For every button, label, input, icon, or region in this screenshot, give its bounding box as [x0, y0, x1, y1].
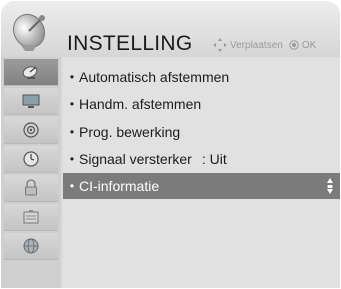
menu-item-label: Automatisch afstemmen	[79, 69, 230, 85]
menu-item-ci-information[interactable]: • CI-informatie	[63, 173, 340, 199]
category-sidebar	[1, 57, 61, 288]
menu-header: INSTELLING Verplaatsen OK	[1, 1, 340, 57]
bullet-icon: •	[69, 70, 75, 84]
menu-item-program-edit[interactable]: • Prog. bewerking	[63, 119, 340, 145]
bullet-icon: •	[69, 125, 75, 139]
bullet-icon: •	[69, 97, 75, 111]
navigation-arrows-icon	[213, 38, 227, 52]
sidebar-item-network[interactable]	[4, 233, 58, 260]
bullet-icon: •	[69, 152, 75, 166]
sidebar-item-setup[interactable]	[4, 59, 58, 86]
menu-list: • Automatisch afstemmen • Handm. afstemm…	[63, 57, 340, 288]
page-title: INSTELLING	[67, 32, 193, 55]
option-box-icon	[23, 210, 39, 224]
menu-item-signal-booster[interactable]: • Signaal versterker : Uit	[63, 146, 340, 172]
navigation-hints: Verplaatsen OK	[213, 38, 316, 52]
sidebar-item-time[interactable]	[4, 146, 58, 173]
menu-item-label: Prog. bewerking	[79, 124, 181, 140]
settings-panel: INSTELLING Verplaatsen OK • Automatisch …	[1, 1, 340, 288]
lock-icon	[25, 179, 37, 196]
menu-item-label: CI-informatie	[79, 178, 160, 194]
sidebar-item-audio[interactable]	[4, 117, 58, 144]
tv-picture-icon	[22, 94, 40, 108]
up-down-arrows-icon	[327, 178, 333, 194]
speaker-icon	[23, 122, 39, 138]
bullet-icon: •	[69, 179, 75, 193]
clock-icon	[23, 151, 39, 167]
menu-item-manual-tuning[interactable]: • Handm. afstemmen	[63, 91, 340, 117]
sidebar-item-picture[interactable]	[4, 88, 58, 115]
network-globe-icon	[23, 238, 39, 254]
hint-move-label: Verplaatsen	[230, 39, 283, 51]
menu-item-auto-tuning[interactable]: • Automatisch afstemmen	[63, 64, 340, 90]
sidebar-item-lock[interactable]	[4, 175, 58, 202]
sidebar-item-option[interactable]	[4, 204, 58, 231]
menu-item-value: : Uit	[201, 151, 227, 167]
hint-ok-label: OK	[301, 39, 317, 51]
ok-button-icon	[289, 40, 299, 50]
menu-item-label: Handm. afstemmen	[79, 96, 202, 112]
menu-item-label: Signaal versterker	[79, 151, 192, 167]
satellite-dish-icon	[22, 66, 38, 79]
satellite-dish-icon	[12, 13, 46, 51]
